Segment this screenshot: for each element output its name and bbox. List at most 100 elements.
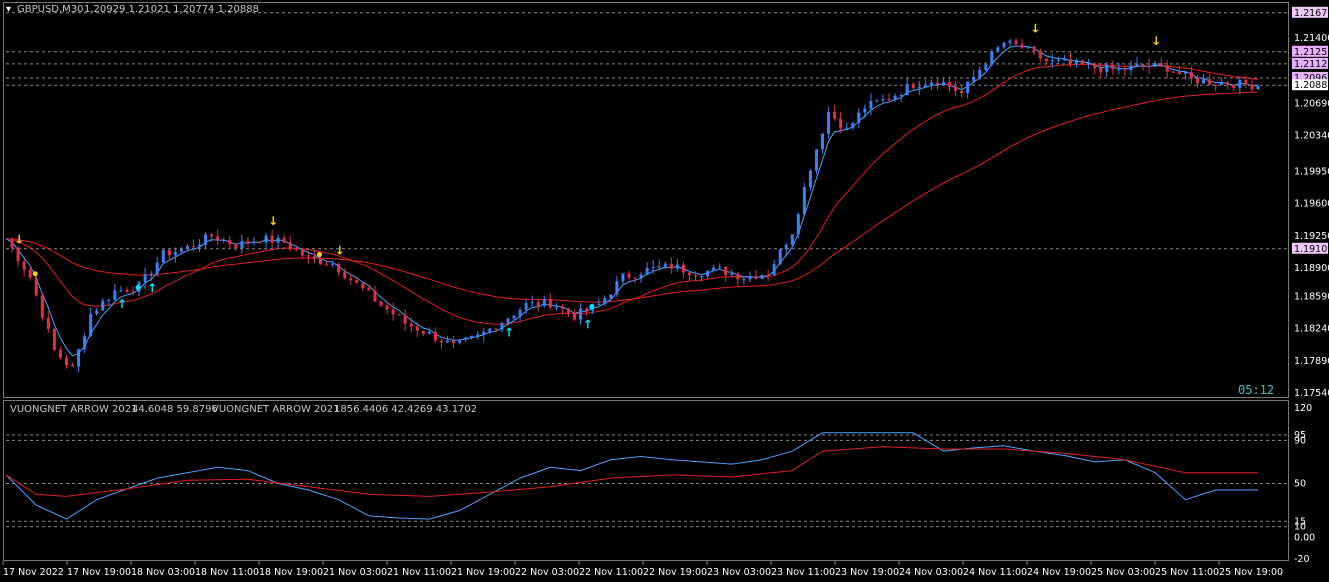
candle-body (1153, 63, 1157, 67)
candle-body (1220, 82, 1224, 86)
candle-body (929, 82, 933, 85)
time-tick-label: 21 Nov 11:00 (387, 567, 451, 578)
candle-body (131, 291, 135, 293)
candle-body (1238, 79, 1242, 89)
time-tick-label: 23 Nov 19:00 (835, 567, 899, 578)
arrow-down-icon: ↓ (1151, 34, 1161, 48)
time-tick-label: 21 Nov 03:00 (323, 567, 387, 578)
candle-body (452, 340, 456, 343)
time-tick-label: 24 Nov 19:00 (1027, 567, 1091, 578)
candle-body (143, 274, 147, 283)
candle-body (603, 298, 607, 304)
arrow-up-icon: ↑ (147, 281, 157, 295)
time-tick-label: 22 Nov 03:00 (515, 567, 579, 578)
candle-body (167, 250, 171, 256)
candle-body (839, 118, 843, 129)
candle-body (1183, 72, 1187, 74)
candle-body (536, 302, 540, 306)
candle-body (766, 275, 770, 277)
time-tick-label: 25 Nov 11:00 (1155, 567, 1219, 578)
candle-body (282, 237, 286, 243)
candle-body (597, 303, 601, 305)
candle-body (1250, 84, 1254, 90)
candle-body (258, 241, 262, 243)
candle-body (494, 328, 498, 330)
candle-body (1099, 68, 1103, 73)
candle-body (808, 170, 812, 188)
candle-body (651, 267, 655, 269)
price-tag-label: 1.21120 (1294, 59, 1329, 70)
candle-body (1202, 79, 1206, 84)
osc-tick-label: 90 (1294, 435, 1306, 446)
candle-body (712, 267, 716, 271)
candle-body (718, 266, 722, 268)
candle-body (52, 328, 56, 350)
candle-body (415, 326, 419, 331)
candle-body (730, 273, 734, 275)
candle-body (996, 47, 1000, 52)
candle-body (948, 82, 952, 87)
time-tick-label: 24 Nov 11:00 (963, 567, 1027, 578)
candle-body (1050, 59, 1054, 62)
price-tick-label: 1.19600 (1294, 199, 1329, 210)
price-tick-label: 1.17890 (1294, 356, 1329, 367)
candle-body (1014, 40, 1018, 45)
arrow-up-icon: ↑ (583, 318, 593, 332)
candle-body (1256, 86, 1260, 90)
time-tick-label: 24 Nov 03:00 (899, 567, 963, 578)
candle-body (385, 305, 389, 310)
candle-body (978, 69, 982, 77)
candle-body (16, 247, 20, 262)
candle-body (984, 64, 988, 70)
candle-body (397, 314, 401, 316)
candle-body (446, 340, 450, 343)
candle-body (736, 273, 740, 280)
time-tick-label: 18 Nov 03:00 (131, 567, 195, 578)
candle-body (264, 235, 268, 243)
time-tick-label: 21 Nov 19:00 (451, 567, 515, 578)
candle-body (1177, 71, 1181, 74)
candle-body (337, 263, 341, 273)
candle-body (760, 275, 764, 279)
candle-body (1208, 79, 1212, 85)
candle-body (439, 340, 443, 343)
osc-tick-label: -20 (1294, 554, 1310, 565)
candle-body (621, 273, 625, 282)
candle-body (857, 112, 861, 123)
candle-body (675, 264, 679, 269)
candle-body (669, 263, 673, 269)
candle-body (706, 270, 710, 277)
candle-body (367, 288, 371, 291)
candle-body (724, 266, 728, 275)
candle-body (222, 239, 226, 241)
time-tick-label: 18 Nov 19:00 (259, 567, 323, 578)
symbol-label: GBPUSD,M30 (17, 4, 84, 15)
candle-body (573, 313, 577, 320)
trading-chart[interactable]: ↓ ↓ ↓ ↓ ↓ ↑ ↑ ↑ ↑ 1.21400 1.20690 1.20340 1.19950 1.… (0, 0, 1329, 582)
signal-dot-icon (135, 285, 141, 291)
candle-body (851, 122, 855, 128)
candle-body (101, 300, 105, 311)
candle-body (28, 269, 32, 278)
candle-body (488, 328, 492, 332)
candle-body (579, 308, 583, 320)
candle-body (935, 82, 939, 84)
arrow-down-icon: ↓ (335, 243, 345, 257)
bar-countdown: 05:12 (1238, 383, 1274, 397)
candle-body (113, 290, 117, 300)
candle-body (107, 299, 111, 301)
arrow-up-icon: ↑ (504, 325, 514, 339)
time-tick-label: 18 Nov 11:00 (195, 567, 259, 578)
indicator-values-2: 1856.4406 42.4269 43.1702 (334, 404, 477, 415)
arrow-up-icon: ↑ (117, 297, 127, 311)
signal-dot-icon (316, 252, 322, 258)
candle-body (1105, 64, 1109, 73)
collapse-triangle-icon[interactable]: ▾ (6, 4, 11, 15)
candle-body (560, 307, 564, 309)
candle-body (234, 244, 238, 249)
candle-body (89, 313, 93, 337)
candle-body (240, 240, 244, 249)
candle-body (319, 258, 323, 265)
candle-body (403, 315, 407, 324)
osc-tick-label: 50 (1294, 479, 1306, 490)
